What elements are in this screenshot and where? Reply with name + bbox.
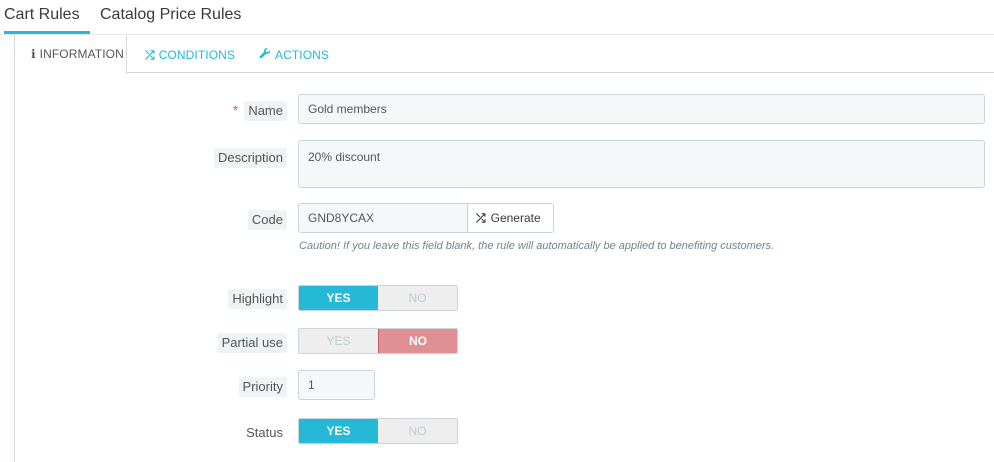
shuffle-icon: ⤮: [476, 210, 486, 225]
highlight-row: Highlight YES NO: [15, 285, 994, 311]
priority-input[interactable]: 1: [298, 370, 375, 400]
name-input[interactable]: Gold members: [298, 94, 985, 124]
code-input[interactable]: GND8YCAX: [298, 203, 468, 233]
highlight-yes[interactable]: YES: [299, 286, 378, 310]
description-label: Description: [213, 148, 287, 168]
description-row: Description 20% discount: [15, 140, 994, 188]
tab-conditions-label: CONDITIONS: [158, 47, 236, 62]
priority-row: Priority 1: [15, 370, 994, 400]
highlight-switch[interactable]: YES NO: [298, 285, 458, 311]
tab-information-label: INFORMATION: [39, 47, 124, 61]
code-row: Code GND8YCAX ⤮ Generate Caution! If you…: [15, 203, 994, 253]
partial-use-row: Partial use YES NO: [15, 328, 994, 354]
inner-tabs: ℹ INFORMATION ⤮ CONDITIONS ACTIONS: [15, 35, 994, 74]
partial-use-switch[interactable]: YES NO: [298, 328, 458, 354]
highlight-label: Highlight: [228, 289, 287, 309]
info-icon: ℹ: [31, 47, 36, 61]
tab-actions[interactable]: ACTIONS: [259, 35, 329, 74]
status-row: Status YES NO: [15, 418, 994, 444]
highlight-no[interactable]: NO: [378, 286, 457, 310]
status-no[interactable]: NO: [378, 419, 457, 443]
partial-use-no[interactable]: NO: [378, 329, 457, 353]
top-tabs: Cart Rules Catalog Price Rules: [0, 0, 994, 34]
partial-use-label: Partial use: [217, 333, 287, 353]
shuffle-icon: ⤮: [145, 47, 155, 62]
tab-catalog-price-rules[interactable]: Catalog Price Rules: [100, 5, 241, 34]
cart-rule-panel: ℹ INFORMATION ⤮ CONDITIONS ACTIONS * Name…: [14, 35, 994, 462]
tab-actions-label: ACTIONS: [275, 47, 330, 62]
code-hint: Caution! If you leave this field blank, …: [299, 240, 775, 252]
wrench-icon: [259, 36, 271, 74]
generate-button[interactable]: ⤮ Generate: [468, 203, 554, 233]
name-label: Name: [244, 101, 287, 121]
required-mark: *: [232, 102, 239, 118]
generate-label: Generate: [490, 211, 541, 225]
priority-label: Priority: [238, 377, 287, 397]
status-switch[interactable]: YES NO: [298, 418, 458, 444]
description-textarea[interactable]: 20% discount: [298, 140, 985, 188]
partial-use-yes[interactable]: YES: [299, 329, 378, 353]
tab-information[interactable]: ℹ INFORMATION: [15, 35, 127, 74]
code-label: Code: [247, 210, 287, 230]
tab-conditions[interactable]: ⤮ CONDITIONS: [145, 35, 235, 74]
tab-cart-rules[interactable]: Cart Rules: [4, 5, 90, 34]
name-row: * Name Gold members: [15, 94, 994, 126]
status-yes[interactable]: YES: [299, 419, 378, 443]
status-label: Status: [246, 425, 283, 440]
